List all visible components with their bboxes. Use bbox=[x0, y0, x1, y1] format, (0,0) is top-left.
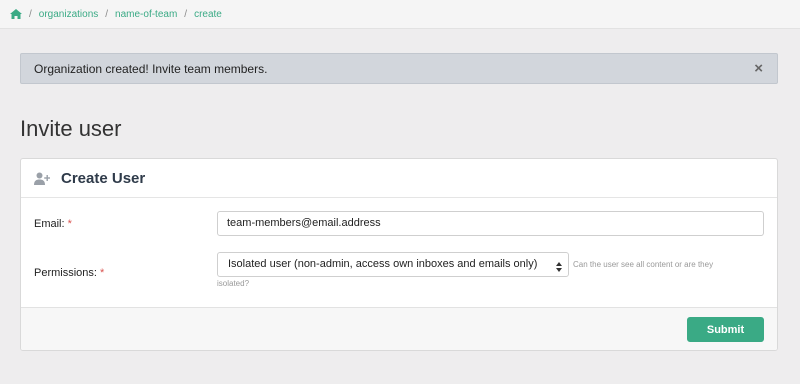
card-footer: Submit bbox=[21, 307, 777, 350]
breadcrumb: / organizations / name-of-team / create bbox=[0, 0, 800, 29]
create-user-card: Create User Email: * team-members@email.a… bbox=[20, 158, 778, 351]
permissions-label: Permissions: * bbox=[34, 267, 105, 279]
permissions-help-text-line2: isolated? bbox=[217, 279, 250, 288]
required-mark: * bbox=[99, 267, 105, 279]
permissions-selected-value: Isolated user (non-admin, access own inb… bbox=[228, 258, 538, 270]
breadcrumb-separator: / bbox=[105, 8, 109, 20]
breadcrumb-separator: / bbox=[184, 8, 188, 20]
submit-button[interactable]: Submit bbox=[687, 317, 764, 342]
alert-message: Organization created! Invite team member… bbox=[34, 61, 268, 76]
permissions-row: Permissions: * Isolated user (non-admin, … bbox=[21, 252, 777, 297]
select-arrows-icon bbox=[556, 259, 562, 272]
breadcrumb-link-team[interactable]: name-of-team bbox=[115, 9, 177, 20]
breadcrumb-link-organizations[interactable]: organizations bbox=[39, 9, 98, 20]
permissions-help-text-line1: Can the user see all content or are they bbox=[573, 260, 714, 269]
card-title: Create User bbox=[61, 169, 146, 187]
close-icon[interactable]: × bbox=[754, 61, 763, 76]
home-icon[interactable] bbox=[10, 9, 22, 19]
page-title: Invite user bbox=[20, 116, 122, 141]
breadcrumb-separator: / bbox=[29, 8, 32, 20]
breadcrumb-link-create[interactable]: create bbox=[194, 9, 222, 20]
email-field[interactable]: team-members@email.address bbox=[217, 211, 764, 236]
email-row: Email: * team-members@email.address bbox=[21, 211, 777, 239]
email-label: Email: * bbox=[34, 218, 72, 230]
success-alert: Organization created! Invite team member… bbox=[20, 53, 778, 84]
permissions-select[interactable]: Isolated user (non-admin, access own inb… bbox=[217, 252, 569, 277]
card-header: Create User bbox=[21, 159, 777, 198]
user-plus-icon bbox=[34, 172, 50, 185]
required-mark: * bbox=[67, 218, 72, 230]
